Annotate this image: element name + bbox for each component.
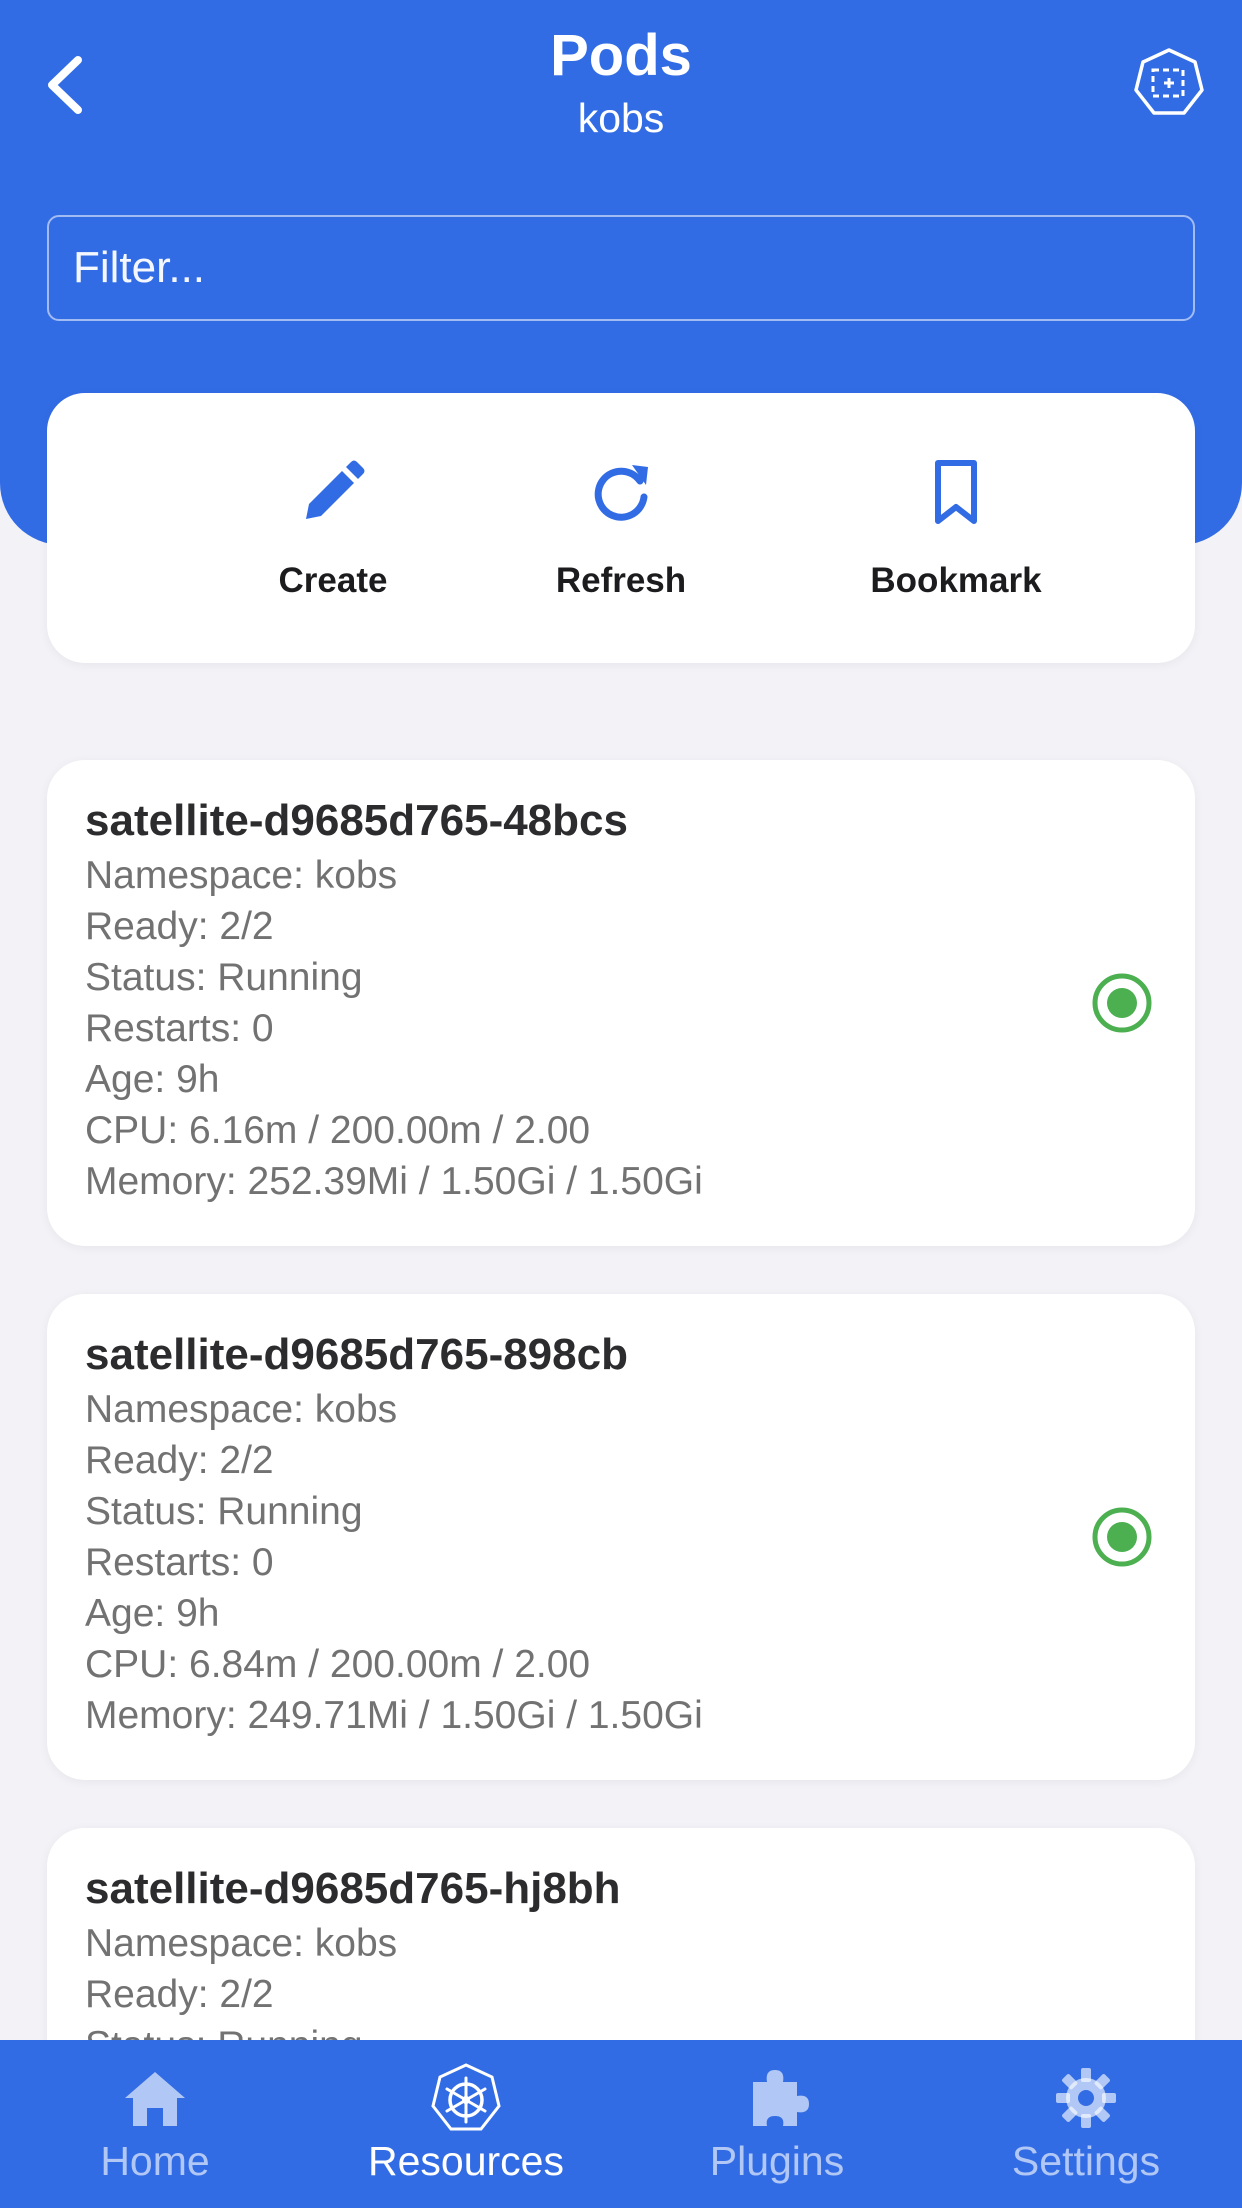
tab-settings[interactable]: Settings bbox=[931, 2040, 1241, 2208]
pod-namespace: Namespace: kobs bbox=[85, 1922, 398, 1965]
kubernetes-icon bbox=[431, 2063, 501, 2131]
page-title: Pods bbox=[550, 23, 692, 88]
tab-label: Settings bbox=[1011, 2138, 1161, 2184]
refresh-icon bbox=[594, 465, 648, 521]
kubernetes-cluster-icon bbox=[1134, 48, 1204, 115]
pod-ready: Ready: 2/2 bbox=[85, 1439, 274, 1482]
pod-namespace: Namespace: kobs bbox=[85, 854, 398, 897]
pod-name: satellite-d9685d765-hj8bh bbox=[85, 1864, 621, 1913]
puzzle-icon bbox=[753, 2070, 809, 2126]
pod-restarts: Restarts: 0 bbox=[85, 1007, 274, 1050]
cluster-button[interactable] bbox=[1131, 46, 1207, 122]
tab-bar: Home Resources Plugins Settings bbox=[0, 2040, 1242, 2208]
tab-plugins[interactable]: Plugins bbox=[622, 2040, 932, 2208]
pencil-icon bbox=[306, 460, 365, 519]
pod-ready: Ready: 2/2 bbox=[85, 905, 274, 948]
refresh-label: Refresh bbox=[555, 561, 687, 600]
tab-label: Home bbox=[100, 2138, 210, 2184]
actions-card: Create Refresh Bookmark bbox=[47, 393, 1195, 663]
tab-label: Plugins bbox=[709, 2138, 845, 2184]
bookmark-button[interactable]: Bookmark bbox=[806, 393, 1106, 663]
running-status-icon bbox=[1092, 973, 1152, 1033]
pod-namespace: Namespace: kobs bbox=[85, 1388, 398, 1431]
bookmark-label: Bookmark bbox=[870, 561, 1042, 600]
create-label: Create bbox=[278, 561, 388, 600]
pod-cpu: CPU: 6.84m / 200.00m / 2.00 bbox=[85, 1643, 591, 1686]
page-subtitle: kobs bbox=[577, 95, 665, 141]
pod-name: satellite-d9685d765-898cb bbox=[85, 1330, 628, 1379]
pod-age: Age: 9h bbox=[85, 1058, 220, 1101]
create-button[interactable]: Create bbox=[183, 393, 483, 663]
pod-card[interactable]: satellite-d9685d765-898cb Namespace: kob… bbox=[47, 1294, 1195, 1780]
pod-cpu: CPU: 6.16m / 200.00m / 2.00 bbox=[85, 1109, 591, 1152]
home-icon bbox=[125, 2072, 185, 2126]
navigation-bar: Pods kobs bbox=[0, 0, 1242, 170]
refresh-button[interactable]: Refresh bbox=[471, 393, 771, 663]
bookmark-icon bbox=[935, 460, 977, 524]
tab-label: Resources bbox=[368, 2138, 564, 2184]
pod-age: Age: 9h bbox=[85, 1592, 220, 1635]
pod-ready: Ready: 2/2 bbox=[85, 1973, 274, 2016]
running-status-icon bbox=[1092, 1507, 1152, 1567]
pod-memory: Memory: 249.71Mi / 1.50Gi / 1.50Gi bbox=[85, 1694, 703, 1737]
pod-memory: Memory: 252.39Mi / 1.50Gi / 1.50Gi bbox=[85, 1160, 703, 1203]
filter-input[interactable] bbox=[47, 215, 1195, 321]
pod-status: Status: Running bbox=[85, 956, 363, 999]
tab-resources[interactable]: Resources bbox=[311, 2040, 621, 2208]
pod-status: Status: Running bbox=[85, 1490, 363, 1533]
tab-home[interactable]: Home bbox=[0, 2040, 310, 2208]
pod-restarts: Restarts: 0 bbox=[85, 1541, 274, 1584]
pod-card[interactable]: satellite-d9685d765-48bcs Namespace: kob… bbox=[47, 760, 1195, 1246]
pod-name: satellite-d9685d765-48bcs bbox=[85, 796, 628, 845]
gear-icon bbox=[1056, 2068, 1116, 2128]
